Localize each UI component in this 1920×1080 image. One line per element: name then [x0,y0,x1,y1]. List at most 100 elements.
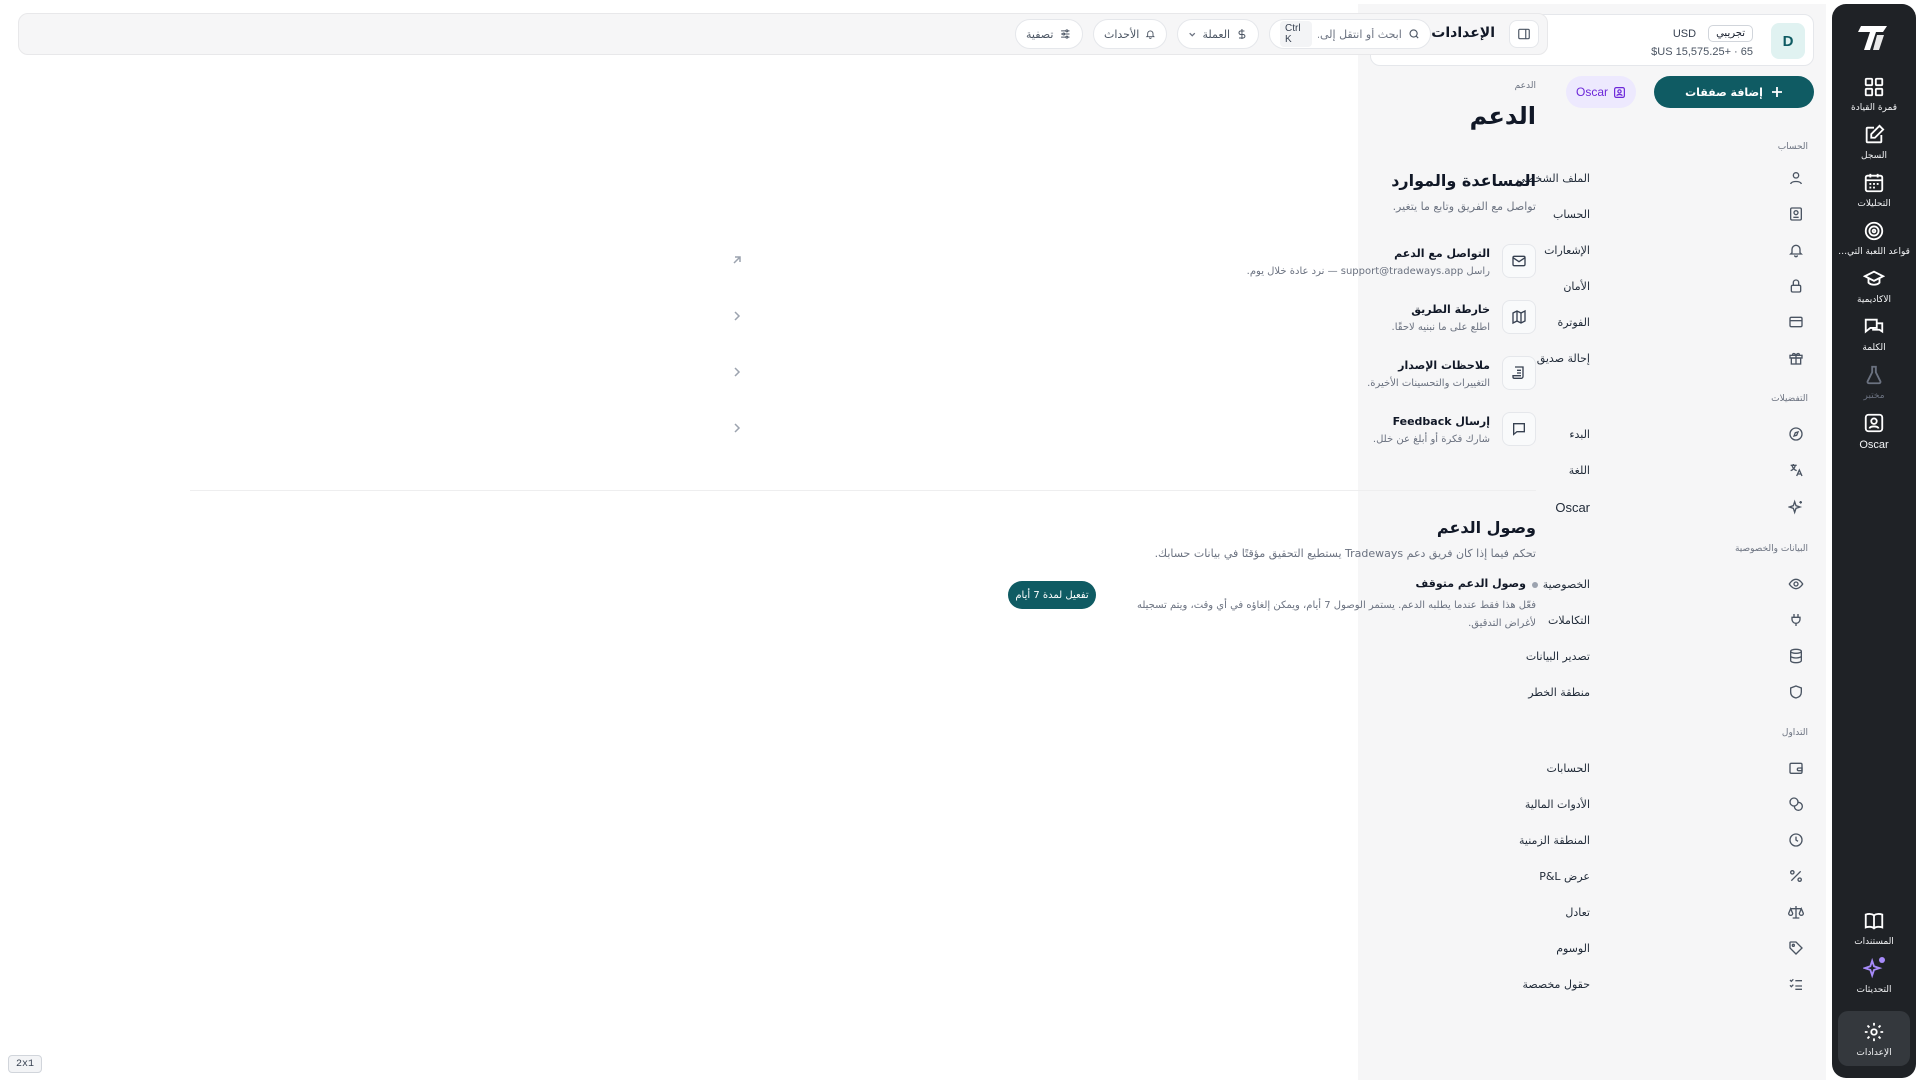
nav-label: الحسابات [1546,761,1590,775]
target-icon [1864,221,1884,241]
search-input[interactable] [1317,27,1402,41]
user-icon [1790,172,1802,185]
rail-label: المستندات [1854,937,1894,947]
tradeways-logo[interactable] [1854,18,1894,58]
rail-item-chat[interactable]: الكلمة [1838,316,1910,353]
rail-item-journal[interactable]: السجل [1838,124,1910,161]
add-trades-label: إضافة صفقات [1685,85,1763,99]
scale-icon [1788,906,1804,919]
events-button[interactable]: الأحداث [1093,19,1167,49]
search-shortcut: Ctrl K [1280,21,1312,47]
rail-label: قمرة القيادة [1850,103,1898,113]
calendar-icon [1864,173,1884,193]
roadmap-row[interactable]: خارطة الطريق اطلع على ما نبنيه لاحقًا. [190,300,1536,348]
support-access-heading: وصول الدعم [1436,518,1536,537]
status-dot [1532,582,1538,588]
help-resources-subtitle: تواصل مع الفريق وتابع ما يتغير. [1392,200,1536,213]
support-page: الدعم الدعم المساعدة والموارد تواصل مع ا… [188,60,1538,960]
rail-label: السجل [1861,151,1887,161]
top-bar: الإعدادات Ctrl K العملة الأحداث تصفية [18,13,1548,55]
currency-label: العملة [1202,27,1231,41]
add-trades-button[interactable]: إضافة صفقات [1654,76,1814,108]
coins-icon [1789,797,1803,811]
events-label: الأحداث [1104,27,1140,41]
nav-label: البدء [1569,427,1590,441]
enable-support-access-button[interactable]: تفعيل لمدة 7 أيام [1008,581,1096,609]
nav-label: اللغة [1568,463,1590,477]
dollar-icon [1238,29,1246,39]
nav-label: الوسوم [1556,941,1590,955]
resource-title: خارطة الطريق [1411,303,1490,316]
bell-icon [1146,30,1156,39]
section-title-account: الحساب [1777,142,1808,152]
rail-item-docs[interactable]: المستندات [1838,910,1910,947]
release-notes-row[interactable]: ملاحظات الإصدار التغييرات والتحسينات الأ… [190,356,1536,404]
oscar-icon [1614,86,1625,98]
gift-icon [1789,352,1803,365]
chevron-icon [734,423,741,433]
resource-desc: شارك فكرة أو أبلغ عن خلل. [1372,434,1490,445]
contact-support-row[interactable]: التواصل مع الدعم راسل support@tradeways.… [190,244,1536,292]
rail-item-dashboard[interactable]: قمرة القيادة [1838,76,1910,113]
nav-label: الفوترة [1557,315,1590,329]
page-section-title: الإعدادات [1431,25,1495,41]
resource-desc: التغييرات والتحسينات الأخيرة. [1367,378,1490,389]
section-title-preferences: التفضيلات [1771,394,1808,404]
compass-icon [1789,427,1803,441]
lab-icon [1866,365,1882,385]
resource-title: التواصل مع الدعم [1394,247,1490,260]
nav-label: حقول مخصصة [1522,977,1590,991]
oscar-button[interactable]: Oscar [1566,76,1636,108]
rail-item-analytics[interactable]: التحليلات [1838,172,1910,209]
id-card-icon [1790,207,1802,221]
nav-label: تعادل [1565,905,1590,919]
chevron-icon [734,311,741,321]
oscar-label: Oscar [1576,85,1609,99]
account-balance: $US 15,575.25+ · 65 [1651,46,1753,58]
percent-icon [1790,870,1802,882]
filter-button[interactable]: تصفية [1015,19,1083,49]
avatar: D [1771,23,1805,59]
sidebar-toggle-button[interactable] [1509,20,1539,48]
send-feedback-row[interactable]: إرسال Feedback شارك فكرة أو أبلغ عن خلل. [190,412,1536,460]
journal-icon [1865,124,1885,144]
nav-item-custom-fields[interactable]: حقول مخصصة [1370,969,1814,999]
nav-label: الحساب [1552,207,1590,221]
tag-icon [1789,941,1803,955]
currency-dropdown[interactable]: العملة [1177,19,1259,49]
external-link-icon [733,256,741,264]
rail-item-updates[interactable]: التحديثات [1838,957,1910,995]
lock-icon [1790,279,1802,293]
book-icon [1864,913,1884,930]
nav-label: منطقة الخطر [1528,685,1590,699]
rail-item-oscar[interactable]: Oscar [1838,412,1910,451]
account-currency: USD [1672,27,1697,40]
rail-item-settings[interactable]: الإعدادات [1838,1011,1910,1066]
breadcrumb[interactable]: الدعم [1515,81,1536,91]
account-line: تجريبي USD [1673,25,1753,42]
database-icon [1790,648,1802,664]
status-title: وصول الدعم متوقف [1415,577,1526,590]
rail-item-playbooks[interactable]: قواعد اللعبة التي تمارسها [1838,220,1910,257]
rail-label: التحديثات [1856,985,1892,995]
rail-item-academy[interactable]: الأكاديمية [1838,268,1910,305]
clock-icon [1789,833,1803,847]
rail-item-lab[interactable]: مختبر [1838,364,1910,401]
rail-label: مختبر [1863,391,1885,401]
nav-label: الخصوصية [1542,577,1590,591]
academy-icon [1863,270,1885,286]
rail-label: الكلمة [1862,343,1886,353]
wallet-icon [1789,762,1803,774]
notification-dot [1879,957,1885,963]
resource-desc: راسل support@tradeways.app — نرد عادة خل… [1246,266,1490,277]
dashboard-icon [1864,77,1884,97]
filter-label: تصفية [1026,27,1054,41]
search-box[interactable]: Ctrl K [1269,19,1431,49]
resource-desc: اطلع على ما نبنيه لاحقًا. [1391,322,1490,333]
gear-icon [1864,1022,1884,1042]
nav-label: Oscar [1555,499,1590,515]
shield-icon [1790,685,1802,699]
resource-title: إرسال Feedback [1392,415,1490,428]
nav-label: إحالة صديق [1536,351,1590,365]
search-icon [1409,29,1419,39]
